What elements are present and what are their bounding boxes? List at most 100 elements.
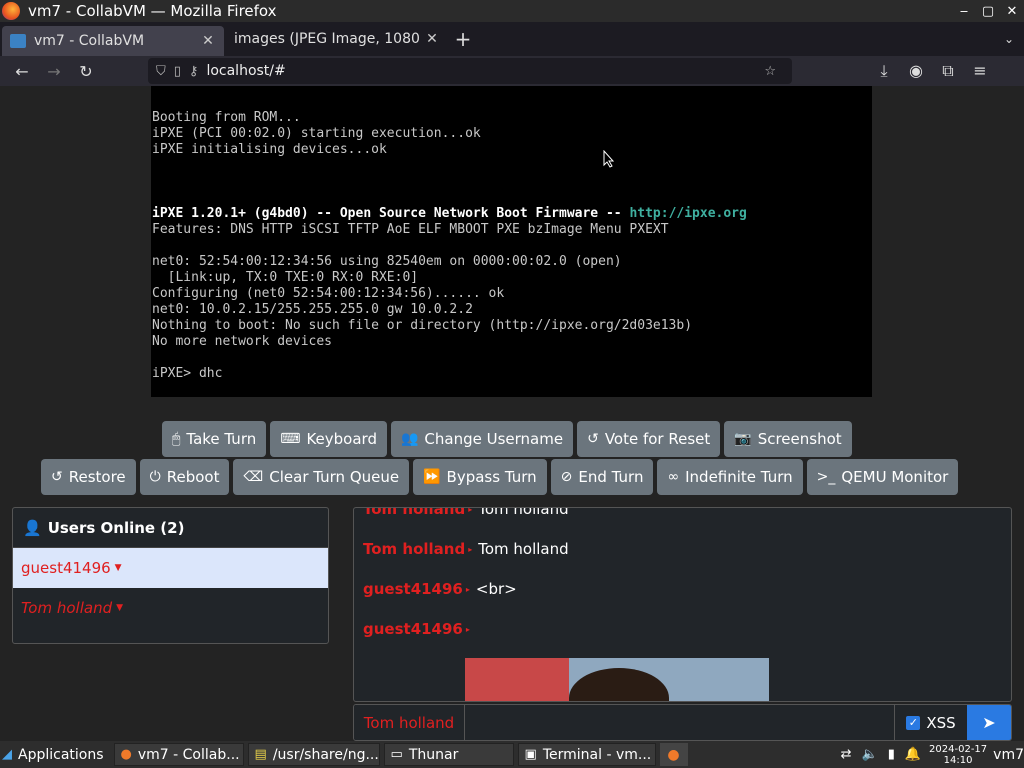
- undo-icon: ↺: [51, 469, 63, 485]
- indefinite-turn-button[interactable]: ∞ Indefinite Turn: [657, 459, 803, 495]
- console-line: No more network devices: [152, 334, 333, 349]
- maximize-button[interactable]: ▢: [976, 4, 1000, 19]
- xss-label: XSS: [926, 713, 956, 732]
- vm-display[interactable]: Booting from ROM... iPXE (PCI 00:02.0) st…: [151, 86, 872, 397]
- taskbar-window-thunar[interactable]: ▭ Thunar: [383, 743, 514, 766]
- chat-input[interactable]: [465, 705, 894, 740]
- reload-button[interactable]: ↻: [70, 62, 102, 81]
- new-tab-button[interactable]: +: [448, 22, 478, 56]
- user-item-guest41496[interactable]: guest41496 ▼: [13, 548, 328, 588]
- window-titlebar: vm7 - CollabVM — Mozilla Firefox ‒ ▢ ✕: [0, 0, 1024, 22]
- url-text: localhost/#: [206, 63, 286, 79]
- applications-label: Applications: [18, 746, 104, 763]
- tab-label: images (JPEG Image, 1080 ×: [234, 31, 424, 47]
- keyboard-button[interactable]: ⌨ Keyboard: [270, 421, 387, 457]
- button-label: Keyboard: [306, 430, 377, 448]
- send-button[interactable]: ➤: [967, 705, 1011, 740]
- chat-username: guest41496: [363, 620, 463, 638]
- vote-for-reset-button[interactable]: ↺ Vote for Reset: [577, 421, 721, 457]
- checkbox-checked-icon[interactable]: ✓: [906, 715, 921, 730]
- firefox-icon: ●: [667, 746, 680, 763]
- console-line: Features: DNS HTTP iSCSI TFTP AoE ELF MB…: [152, 222, 669, 237]
- bookmark-star-icon[interactable]: ☆: [764, 64, 776, 79]
- chat-text: Tom holland: [478, 540, 569, 558]
- mouse-cursor-icon: [603, 150, 615, 168]
- bypass-turn-button[interactable]: ⏩ Bypass Turn: [413, 459, 547, 495]
- url-bar[interactable]: ⛉ ▯ ⚷ localhost/# ☆: [148, 58, 792, 84]
- user-item-tom-holland[interactable]: Tom holland ▼: [13, 588, 328, 628]
- firefox-launcher[interactable]: ●: [659, 743, 688, 766]
- chevron-down-icon[interactable]: ⌄: [994, 22, 1024, 56]
- account-icon[interactable]: ◉: [900, 61, 932, 81]
- power-icon: ⏻: [149, 469, 161, 485]
- taskbar-window-terminal[interactable]: ▣ Terminal - vm...: [517, 743, 656, 766]
- notification-bell-icon[interactable]: 🔔: [905, 747, 921, 762]
- qemu-monitor-button[interactable]: >_ QEMU Monitor: [806, 459, 959, 495]
- chat-username: Tom holland: [363, 507, 466, 518]
- change-username-button[interactable]: 👥 Change Username: [390, 421, 574, 457]
- volume-icon[interactable]: 🔈: [862, 747, 878, 762]
- key-icon: ⚷: [188, 63, 199, 79]
- undo-icon: ↺: [587, 431, 599, 447]
- close-window-button[interactable]: ✕: [1000, 4, 1024, 19]
- clear-turn-queue-button[interactable]: ⌫ Clear Turn Queue: [233, 459, 410, 495]
- window-title: vm7 - CollabVM — Mozilla Firefox: [28, 2, 277, 20]
- chat-input-group: Tom holland ✓ XSS ➤: [353, 704, 1012, 741]
- console-line: net0: 52:54:00:12:34:56 using 82540em on…: [152, 254, 622, 269]
- terminal-icon: >_: [816, 469, 836, 485]
- taskbar-window-editor[interactable]: ▤ /usr/share/ng...: [247, 743, 380, 766]
- menu-icon[interactable]: ≡: [964, 61, 996, 81]
- console-line: iPXE (PCI 00:02.0) starting execution...…: [152, 126, 481, 141]
- tab-collabvm[interactable]: vm7 - CollabVM ✕: [2, 26, 224, 56]
- end-turn-button[interactable]: ⊘ End Turn: [550, 459, 654, 495]
- clock-date: 2024-02-17: [929, 743, 988, 755]
- user-name: guest41496: [21, 559, 111, 577]
- button-label: Vote for Reset: [604, 430, 711, 448]
- applications-menu[interactable]: ◢ Applications: [0, 743, 110, 766]
- button-label: Indefinite Turn: [685, 468, 793, 486]
- camera-icon: 📷: [734, 431, 752, 447]
- close-icon[interactable]: ✕: [200, 33, 216, 49]
- xss-toggle[interactable]: ✓ XSS: [894, 705, 967, 740]
- console-line: Configuring (net0 52:54:00:12:34:56)....…: [152, 286, 505, 301]
- system-tray: ⇄ 🔈 ▮ 🔔: [841, 747, 921, 762]
- forward-icon: ⏩: [423, 469, 441, 485]
- button-label: Screenshot: [757, 430, 842, 448]
- user-edit-icon: 👥: [400, 431, 419, 447]
- tab-label: vm7 - CollabVM: [34, 33, 145, 49]
- reboot-button[interactable]: ⏻ Reboot: [139, 459, 230, 495]
- button-label: QEMU Monitor: [841, 468, 949, 486]
- minimize-button[interactable]: ‒: [952, 4, 976, 19]
- close-icon[interactable]: ✕: [424, 31, 440, 47]
- download-icon[interactable]: ⤓: [868, 61, 900, 81]
- forward-button[interactable]: →: [38, 62, 70, 81]
- chat-message: Tom holland ▸ Tom holland: [363, 540, 569, 558]
- extensions-icon[interactable]: ⧉: [932, 61, 964, 81]
- chat-text: <br>: [475, 580, 517, 598]
- applications-icon: ◢: [2, 747, 12, 762]
- clock[interactable]: 2024-02-17 14:10: [929, 744, 987, 766]
- button-label: End Turn: [578, 468, 644, 486]
- taskbar-window-firefox[interactable]: ● vm7 - Collab...: [113, 743, 244, 766]
- vm-controls-row2: ↺ Restore ⏻ Reboot ⌫ Clear Turn Queue ⏩ Bypass …: [41, 459, 959, 495]
- battery-icon[interactable]: ▮: [888, 747, 895, 762]
- back-button[interactable]: ←: [6, 62, 38, 81]
- network-icon[interactable]: ⇄: [841, 747, 852, 762]
- chat-image: [465, 658, 769, 701]
- keyboard-icon: ⌨: [280, 431, 301, 447]
- collabvm-page: Booting from ROM... iPXE (PCI 00:02.0) st…: [0, 86, 1024, 741]
- caret-down-icon: ▼: [114, 563, 122, 573]
- chat-message: Tom holland ▸ Tom holland: [363, 507, 569, 518]
- chat-log[interactable]: Tom holland ▸ Tom holland Tom holland ▸ Tom …: [353, 507, 1012, 702]
- taskbar-window-label: vm7 - Collab...: [137, 746, 240, 763]
- tab-images[interactable]: images (JPEG Image, 1080 × ✕: [226, 22, 448, 56]
- screenshot-button[interactable]: 📷 Screenshot: [724, 421, 852, 457]
- take-turn-button[interactable]: 🖱 Take Turn: [162, 421, 267, 457]
- users-heading-text: Users Online (2): [47, 518, 185, 537]
- user-name: Tom holland: [21, 599, 113, 617]
- button-label: Reboot: [166, 468, 220, 486]
- folder-icon: ▭: [390, 747, 403, 762]
- text-editor-icon: ▤: [254, 747, 267, 762]
- monitor-icon: [10, 34, 26, 48]
- restore-button[interactable]: ↺ Restore: [41, 459, 136, 495]
